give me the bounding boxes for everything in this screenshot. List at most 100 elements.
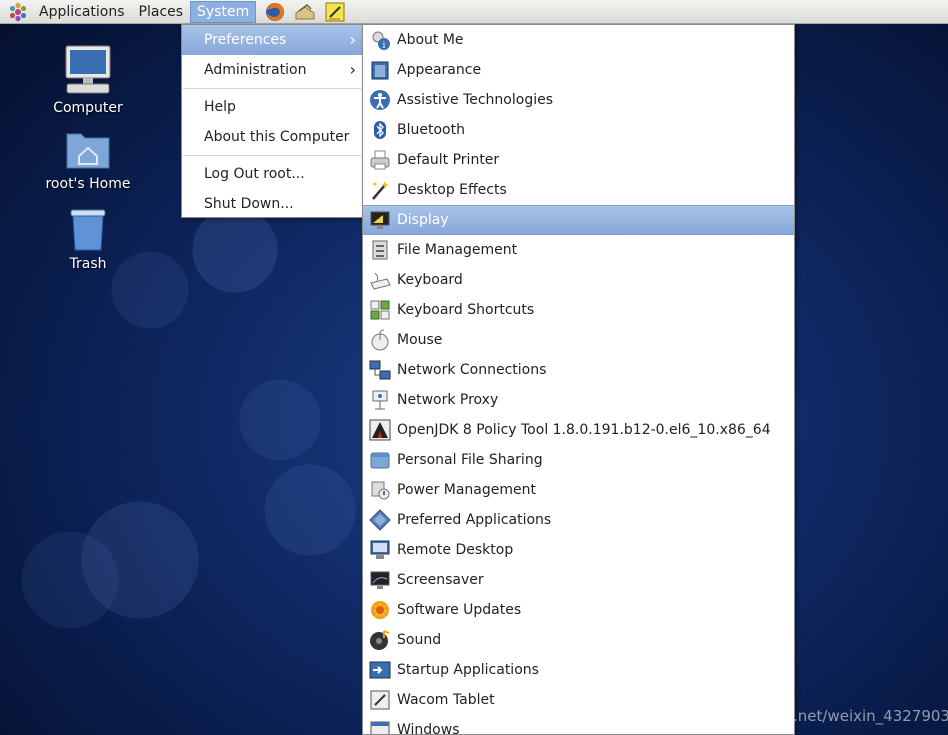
menu-item-label: Keyboard [397,272,463,288]
menu-item-shutdown[interactable]: Shut Down... [182,189,362,219]
home-folder-icon [66,133,110,169]
menu-item-preferences[interactable]: Preferences › [182,25,362,55]
menu-item-label: Assistive Technologies [397,92,554,108]
computer-label: Computer [53,100,123,116]
gnome-foot-icon [9,2,27,21]
applications-menu[interactable]: Applications [32,0,132,24]
mail-launcher[interactable] [294,1,316,23]
windows-icon [370,721,390,734]
menu-item-logout[interactable]: Log Out root... [182,159,362,189]
trash-icon [70,209,106,251]
printer-icon [370,150,390,170]
menu-item-label: Screensaver [397,572,484,588]
menu-item-screensaver[interactable]: Screensaver [363,565,794,595]
trash-label: Trash [69,256,107,272]
computer-icon [65,45,111,94]
menu-item-label: Preferred Applications [397,512,552,528]
preferences-label: Preferences [204,32,287,48]
menu-item-network-connections[interactable]: Network Connections [363,355,794,385]
menu-item-java[interactable]: OpenJDK 8 Policy Tool 1.8.0.191.b12-0.el… [363,415,794,445]
menu-item-file-sharing[interactable]: Personal File Sharing [363,445,794,475]
menu-item-accessibility[interactable]: Assistive Technologies [363,85,794,115]
menu-item-label: Default Printer [397,152,500,168]
menu-item-software-updates[interactable]: Software Updates [363,595,794,625]
home-label: root's Home [45,176,131,192]
menu-separator [183,88,361,89]
remote-desktop-icon [370,540,390,559]
menu-item-label: Power Management [397,482,537,498]
menu-item-label: Startup Applications [397,662,539,678]
menu-item-printer[interactable]: Default Printer [363,145,794,175]
menu-item-label: Network Proxy [397,392,499,408]
firefox-icon [266,2,285,21]
about-me-icon: i [372,31,390,51]
places-menu[interactable]: Places [132,0,191,24]
network-proxy-icon [372,390,388,410]
menu-item-label: Bluetooth [397,122,465,138]
network-connections-icon [369,360,391,380]
desktop-home[interactable]: root's Home [33,128,143,192]
menu-item-bluetooth[interactable]: Bluetooth [363,115,794,145]
mouse-icon [371,329,389,351]
menu-item-label: Network Connections [397,362,547,378]
sound-icon [370,630,390,650]
text-editor-icon [325,2,345,21]
menu-item-administration[interactable]: Administration › [182,55,362,85]
menu-item-label: File Management [397,242,518,258]
screensaver-icon [370,571,390,589]
display-icon [370,211,390,229]
firefox-launcher[interactable] [264,1,286,23]
menu-item-network-proxy[interactable]: Network Proxy [363,385,794,415]
preferences-submenu: i About Me Appearance Assistive Technologie… [362,24,795,735]
menu-item-about[interactable]: About this Computer [182,122,362,152]
keyboard-icon [370,272,391,290]
appearance-icon [371,61,389,80]
chevron-right-icon: › [349,60,356,79]
menu-item-startup[interactable]: Startup Applications [363,655,794,685]
menu-item-label: Sound [397,632,442,648]
menu-item-label: About Me [397,32,464,48]
menu-item-keyboard-shortcuts[interactable]: Keyboard Shortcuts [363,295,794,325]
watermark-text: https://blog.csdn.net/weixin_43279032 [667,707,948,725]
menu-item-preferred-apps[interactable]: Preferred Applications [363,505,794,535]
accessibility-icon [370,90,390,110]
menu-item-help[interactable]: Help [182,92,362,122]
menu-item-mouse[interactable]: Mouse [363,325,794,355]
desktop-effects-icon [372,181,389,200]
menu-item-sound[interactable]: Sound [363,625,794,655]
preferred-apps-icon [369,509,391,531]
menu-item-label: Wacom Tablet [397,692,495,708]
menu-item-label: Software Updates [397,602,522,618]
menu-item-file-management[interactable]: File Management [363,235,794,265]
menu-item-label: Display [397,212,449,228]
menu-item-power[interactable]: Power Management [363,475,794,505]
menu-item-label: Keyboard Shortcuts [397,302,535,318]
system-menu[interactable]: System [190,0,257,23]
menu-item-remote-desktop[interactable]: Remote Desktop [363,535,794,565]
menu-item-label: Desktop Effects [397,182,507,198]
menu-item-about-me[interactable]: i About Me [363,25,794,55]
menu-item-label: Personal File Sharing [397,452,543,468]
menu-item-label: Windows [397,722,460,735]
java-icon [369,419,391,441]
power-icon [371,481,390,500]
notes-launcher[interactable] [324,1,346,23]
keyboard-shortcuts-icon [370,300,390,320]
svg-text:i: i [383,41,386,51]
menu-item-label: Mouse [397,332,443,348]
file-management-icon [372,240,388,260]
menu-item-label: Remote Desktop [397,542,514,558]
menu-item-appearance[interactable]: Appearance [363,55,794,85]
system-dropdown: Preferences › Administration › Help Abou… [181,24,363,218]
menu-item-display[interactable]: Display [363,205,794,235]
menu-item-keyboard[interactable]: Keyboard [363,265,794,295]
desktop-trash[interactable]: Trash [33,208,143,272]
menu-item-label: OpenJDK 8 Policy Tool 1.8.0.191.b12-0.el… [397,422,771,438]
chevron-right-icon: › [349,30,356,49]
bluetooth-icon [374,121,386,139]
menu-item-desktop-effects[interactable]: Desktop Effects [363,175,794,205]
file-sharing-icon [370,452,390,469]
menu-item-label: Appearance [397,62,482,78]
top-panel: Applications Places System [0,0,948,24]
desktop-computer[interactable]: Computer [33,44,143,116]
